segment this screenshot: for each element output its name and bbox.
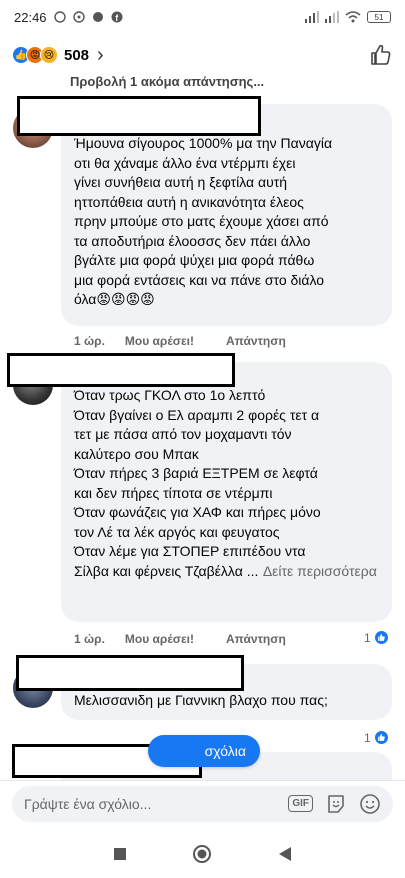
more-comments-button[interactable]: σχόλια xyxy=(148,735,260,767)
emoji-icon[interactable] xyxy=(359,793,381,815)
messenger-icon xyxy=(92,12,103,22)
comment-meta: 1 ώρ. Μου αρέσει! Απάντηση xyxy=(74,334,286,348)
wifi-icon xyxy=(345,11,361,23)
comment-meta: 1 ώρ. Μου αρέσει! Απάντηση xyxy=(74,632,286,646)
home-button-icon[interactable] xyxy=(192,844,212,864)
chevron-right-icon[interactable]: › xyxy=(97,44,104,67)
reaction-count: 508 xyxy=(64,46,90,64)
comment-time: 1 ώρ. xyxy=(74,632,105,646)
redacted-name xyxy=(7,353,235,387)
like-count-number: 1 xyxy=(364,630,371,645)
status-bar: 22:46 f 51 xyxy=(0,0,405,34)
like-count-number: 1 xyxy=(364,730,371,745)
redacted-name xyxy=(17,96,261,136)
reactions-bar[interactable]: 👍 😡 😢 508 › xyxy=(0,34,405,76)
sticker-icon[interactable] xyxy=(325,793,347,815)
comment-text-block: Όταν τρως ΓΚΟΛ στο 1ο λεπτό Όταν βγαίνει… xyxy=(74,386,386,581)
back-button-icon[interactable] xyxy=(278,846,292,862)
reaction-icons: 👍 😡 😢 xyxy=(12,46,58,64)
comment-text: Μελισσανιδη με Γιαννικη βλαχο που πας; xyxy=(74,692,328,708)
like-icon xyxy=(373,730,389,745)
view-previous-replies-link[interactable]: Προβολή 1 ακόμα απάντησης... xyxy=(70,74,264,90)
sad-icon: 😢 xyxy=(40,46,58,64)
signal-2-icon xyxy=(325,11,339,23)
notification-dot-icon xyxy=(53,11,66,23)
comment-time: 1 ώρ. xyxy=(74,334,105,348)
reply-link[interactable]: Απάντηση xyxy=(226,334,286,348)
battery-level: 51 xyxy=(374,12,384,22)
comment-text: Όταν τρως ΓΚΟΛ στο 1ο λεπτό Όταν βγαίνει… xyxy=(74,387,321,579)
like-link[interactable]: Μου αρέσει! xyxy=(125,334,194,348)
more-comments-label: σχόλια xyxy=(204,743,246,759)
comment-input[interactable]: Γράψτε ένα σχόλιο... GIF xyxy=(12,785,393,822)
see-more-link[interactable]: Δείτε περισσότερα xyxy=(263,563,377,579)
gif-icon[interactable]: GIF xyxy=(288,795,313,812)
battery-icon: 51 xyxy=(367,11,391,23)
comment-composer: Γράψτε ένα σχόλιο... GIF xyxy=(0,780,405,826)
recents-button-icon[interactable] xyxy=(113,847,127,861)
comment-like-count[interactable]: 1 xyxy=(364,630,389,645)
reply-link[interactable]: Απάντηση xyxy=(226,632,286,646)
comment-like-count[interactable]: 1 xyxy=(364,730,389,745)
signal-icon xyxy=(305,11,319,23)
redacted-name xyxy=(16,655,244,691)
facebook-icon: f xyxy=(111,11,123,23)
like-link[interactable]: Μου αρέσει! xyxy=(125,632,194,646)
viber-icon xyxy=(72,11,85,23)
clock: 22:46 xyxy=(14,9,47,25)
like-icon xyxy=(373,630,389,645)
comment-placeholder: Γράψτε ένα σχόλιο... xyxy=(24,795,152,812)
navigation-bar xyxy=(0,830,405,878)
comment-text: Ήμουνα σίγουρος 1000% μα την Παναγία οτι… xyxy=(74,135,333,307)
like-button-icon[interactable] xyxy=(369,43,393,67)
